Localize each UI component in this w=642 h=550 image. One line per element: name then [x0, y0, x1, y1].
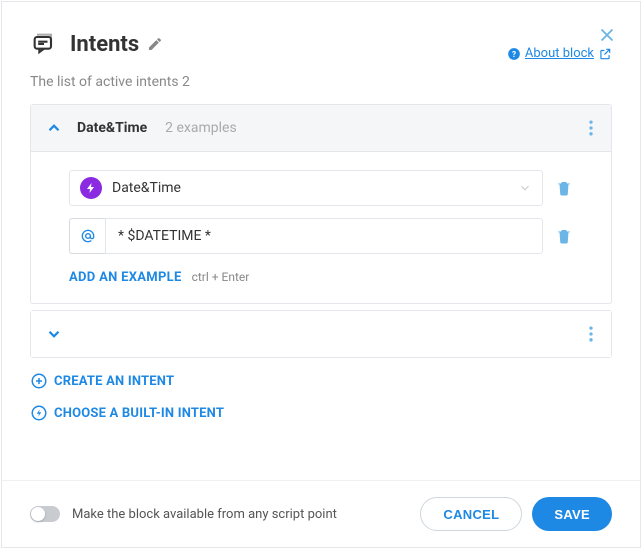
chevron-down-icon — [45, 325, 63, 343]
intent-panel-datetime: Date&Time 2 examples Date&Time — [30, 104, 612, 304]
external-link-icon — [598, 47, 612, 61]
lightning-icon — [80, 177, 102, 199]
chevron-down-icon — [518, 181, 532, 195]
intent-panel-collapsed — [30, 310, 612, 358]
examples-count: 2 examples — [165, 120, 237, 136]
choose-builtin-link[interactable]: CHOOSE A BUILT-IN INTENT — [30, 404, 612, 422]
lightning-circle-icon — [30, 404, 48, 422]
modal-title: Intents — [70, 32, 139, 57]
intents-modal: Intents ? About block The list of active… — [1, 1, 641, 548]
create-intent-link[interactable]: CREATE AN INTENT — [30, 372, 612, 390]
cancel-button[interactable]: CANCEL — [420, 497, 522, 531]
subtitle: The list of active intents 2 — [2, 68, 640, 104]
panel-body: Date&Time * $DATETIME * ADD AN EXAMPLE c… — [31, 151, 611, 303]
trash-icon[interactable] — [555, 227, 573, 245]
select-value: Date&Time — [112, 180, 181, 196]
pattern-row: * $DATETIME * — [69, 218, 573, 254]
intents-icon — [30, 30, 58, 58]
panel-header-collapsed[interactable] — [31, 311, 611, 357]
intent-select-row: Date&Time — [69, 170, 573, 206]
pattern-input[interactable]: * $DATETIME * — [105, 218, 543, 254]
about-block-link[interactable]: ? About block — [507, 46, 612, 61]
trash-icon[interactable] — [555, 179, 573, 197]
add-example-link[interactable]: ADD AN EXAMPLE ctrl + Enter — [69, 266, 573, 285]
at-icon[interactable] — [69, 218, 105, 254]
panel-header[interactable]: Date&Time 2 examples — [31, 105, 611, 151]
availability-toggle[interactable] — [30, 506, 60, 522]
help-icon: ? — [507, 47, 521, 61]
modal-footer: Make the block available from any script… — [2, 480, 640, 547]
content-area: Date&Time 2 examples Date&Time — [2, 104, 640, 480]
kebab-menu-icon[interactable] — [581, 118, 601, 138]
toggle-label: Make the block available from any script… — [72, 507, 420, 522]
svg-text:?: ? — [512, 48, 516, 58]
intent-select[interactable]: Date&Time — [69, 170, 543, 206]
kebab-menu-icon[interactable] — [581, 324, 601, 344]
intent-name: Date&Time — [77, 120, 147, 136]
modal-header: Intents ? About block — [2, 2, 640, 68]
chevron-up-icon — [45, 119, 63, 137]
save-button[interactable]: SAVE — [532, 497, 612, 531]
close-icon[interactable] — [596, 24, 618, 46]
edit-icon[interactable] — [147, 36, 163, 52]
plus-circle-icon — [30, 372, 48, 390]
